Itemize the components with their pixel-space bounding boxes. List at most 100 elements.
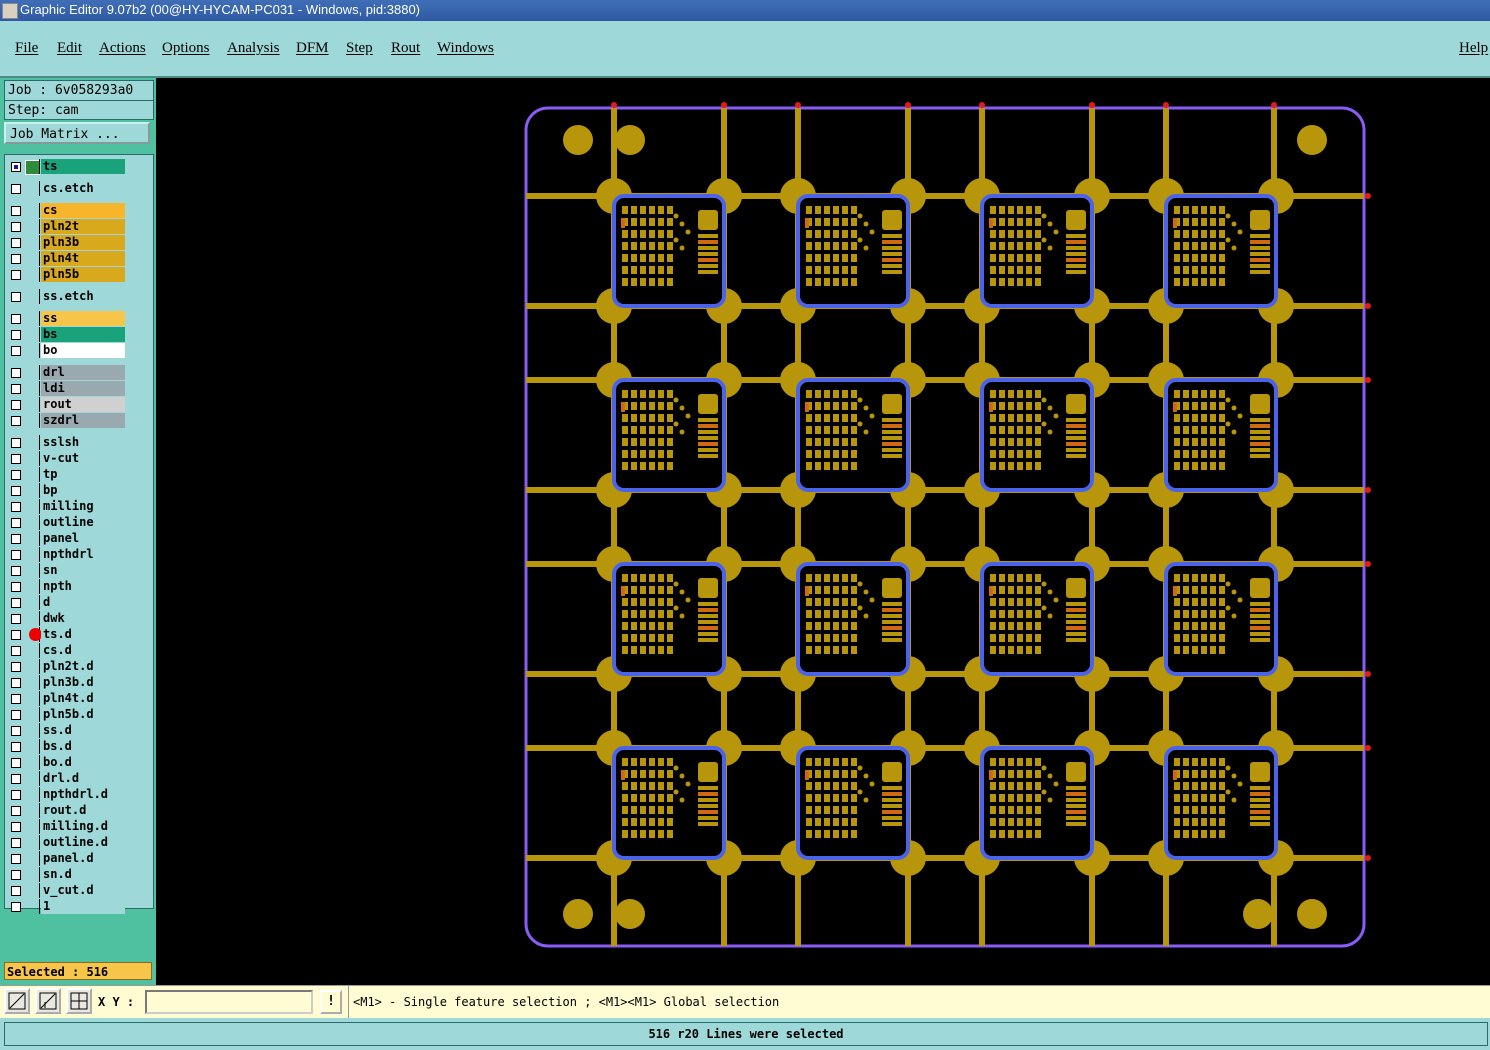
measure-tool-button[interactable]: [35, 988, 61, 1014]
layer-name[interactable]: 1: [41, 899, 125, 914]
layer-name[interactable]: bp: [41, 483, 125, 498]
layer-row-ss[interactable]: ss: [7, 311, 125, 326]
layer-checkbox[interactable]: [11, 550, 21, 560]
layer-name[interactable]: sn: [41, 563, 125, 578]
layer-row-pln2t.d[interactable]: pln2t.d: [7, 659, 125, 674]
menu-actions[interactable]: Actions: [99, 40, 146, 57]
layer-row-ts.d[interactable]: ts.d: [7, 627, 125, 642]
layer-checkbox[interactable]: [11, 162, 21, 172]
layer-row-bo.d[interactable]: bo.d: [7, 755, 125, 770]
layer-checkbox[interactable]: [11, 598, 21, 608]
layer-row-pln3b.d[interactable]: pln3b.d: [7, 675, 125, 690]
menu-options[interactable]: Options: [162, 40, 210, 57]
menu-dfm[interactable]: DFM: [296, 40, 329, 57]
layer-checkbox[interactable]: [11, 486, 21, 496]
job-matrix-button[interactable]: Job Matrix ...: [4, 122, 150, 144]
layer-checkbox[interactable]: [11, 662, 21, 672]
layer-row-dwk[interactable]: dwk: [7, 611, 125, 626]
layer-row-ts[interactable]: ts: [7, 159, 125, 175]
layer-name[interactable]: v-cut: [41, 451, 125, 466]
menu-rout[interactable]: Rout: [391, 40, 420, 57]
layer-checkbox[interactable]: [11, 774, 21, 784]
layer-checkbox[interactable]: [11, 534, 21, 544]
layer-checkbox[interactable]: [11, 726, 21, 736]
layer-checkbox[interactable]: [11, 886, 21, 896]
layer-row-tp[interactable]: tp: [7, 467, 125, 482]
layer-name[interactable]: panel.d: [41, 851, 125, 866]
layer-checkbox[interactable]: [11, 346, 21, 356]
layer-checkbox[interactable]: [11, 582, 21, 592]
layer-row-rout.d[interactable]: rout.d: [7, 803, 125, 818]
layer-name[interactable]: pln5b.d: [41, 707, 125, 722]
xy-input[interactable]: [145, 990, 313, 1014]
layer-checkbox[interactable]: [11, 206, 21, 216]
layer-row-milling.d[interactable]: milling.d: [7, 819, 125, 834]
layer-row-pln5b.d[interactable]: pln5b.d: [7, 707, 125, 722]
layer-checkbox[interactable]: [11, 790, 21, 800]
layer-row-sslsh[interactable]: sslsh: [7, 435, 125, 450]
menu-edit[interactable]: Edit: [57, 40, 82, 57]
layer-checkbox[interactable]: [11, 384, 21, 394]
layer-name[interactable]: milling.d: [41, 819, 125, 834]
layer-name[interactable]: pln2t: [41, 219, 125, 234]
zoom-tool-button[interactable]: [4, 988, 30, 1014]
layer-name[interactable]: bo.d: [41, 755, 125, 770]
execute-button[interactable]: !: [320, 990, 342, 1014]
layer-name[interactable]: d: [41, 595, 125, 610]
layer-name[interactable]: pln5b: [41, 267, 125, 282]
layer-name[interactable]: ldi: [41, 381, 125, 396]
layer-row-szdrl[interactable]: szdrl: [7, 413, 125, 428]
layer-row-drl[interactable]: drl: [7, 365, 125, 380]
layer-name[interactable]: ss: [41, 311, 125, 326]
layer-row-bp[interactable]: bp: [7, 483, 125, 498]
layer-name[interactable]: rout.d: [41, 803, 125, 818]
layer-name[interactable]: outline.d: [41, 835, 125, 850]
layer-name[interactable]: npth: [41, 579, 125, 594]
layer-row-bs[interactable]: bs: [7, 327, 125, 342]
layer-row-milling[interactable]: milling: [7, 499, 125, 514]
layer-row-pln4t[interactable]: pln4t: [7, 251, 125, 266]
layer-row-outline[interactable]: outline: [7, 515, 125, 530]
pcb-panel-view[interactable]: [156, 78, 1490, 985]
layer-name[interactable]: pln3b.d: [41, 675, 125, 690]
layer-name[interactable]: dwk: [41, 611, 125, 626]
layer-row-cs[interactable]: cs: [7, 203, 125, 218]
layer-checkbox[interactable]: [11, 742, 21, 752]
layer-checkbox[interactable]: [11, 222, 21, 232]
layer-name[interactable]: pln4t: [41, 251, 125, 266]
layer-checkbox[interactable]: [11, 630, 21, 640]
layer-checkbox[interactable]: [11, 368, 21, 378]
layer-name[interactable]: bo: [41, 343, 125, 358]
layer-row-v-cut[interactable]: v-cut: [7, 451, 125, 466]
layer-checkbox[interactable]: [11, 870, 21, 880]
layer-row-npthdrl[interactable]: npthdrl: [7, 547, 125, 562]
layer-row-ldi[interactable]: ldi: [7, 381, 125, 396]
layer-row-pln4t.d[interactable]: pln4t.d: [7, 691, 125, 706]
layer-checkbox[interactable]: [11, 614, 21, 624]
layer-row-1[interactable]: 1: [7, 899, 125, 914]
layer-row-bs.d[interactable]: bs.d: [7, 739, 125, 754]
layer-row-panel.d[interactable]: panel.d: [7, 851, 125, 866]
layer-checkbox[interactable]: [11, 400, 21, 410]
layer-row-cs.etch[interactable]: cs.etch: [7, 181, 125, 196]
layer-checkbox[interactable]: [11, 270, 21, 280]
layer-name[interactable]: ts.d: [41, 627, 125, 642]
layer-name[interactable]: sslsh: [41, 435, 125, 450]
layer-checkbox[interactable]: [11, 854, 21, 864]
layer-name[interactable]: drl: [41, 365, 125, 380]
layer-checkbox[interactable]: [11, 438, 21, 448]
layer-name[interactable]: panel: [41, 531, 125, 546]
layer-name[interactable]: pln4t.d: [41, 691, 125, 706]
layer-checkbox[interactable]: [11, 470, 21, 480]
layer-checkbox[interactable]: [11, 416, 21, 426]
layer-row-npth[interactable]: npth: [7, 579, 125, 594]
layer-checkbox[interactable]: [11, 292, 21, 302]
layer-name[interactable]: szdrl: [41, 413, 125, 428]
layer-name[interactable]: sn.d: [41, 867, 125, 882]
layer-row-pln2t[interactable]: pln2t: [7, 219, 125, 234]
layer-checkbox[interactable]: [11, 646, 21, 656]
layer-checkbox[interactable]: [11, 758, 21, 768]
layer-name[interactable]: npthdrl: [41, 547, 125, 562]
graphics-canvas[interactable]: [156, 78, 1490, 985]
layer-name[interactable]: v_cut.d: [41, 883, 125, 898]
